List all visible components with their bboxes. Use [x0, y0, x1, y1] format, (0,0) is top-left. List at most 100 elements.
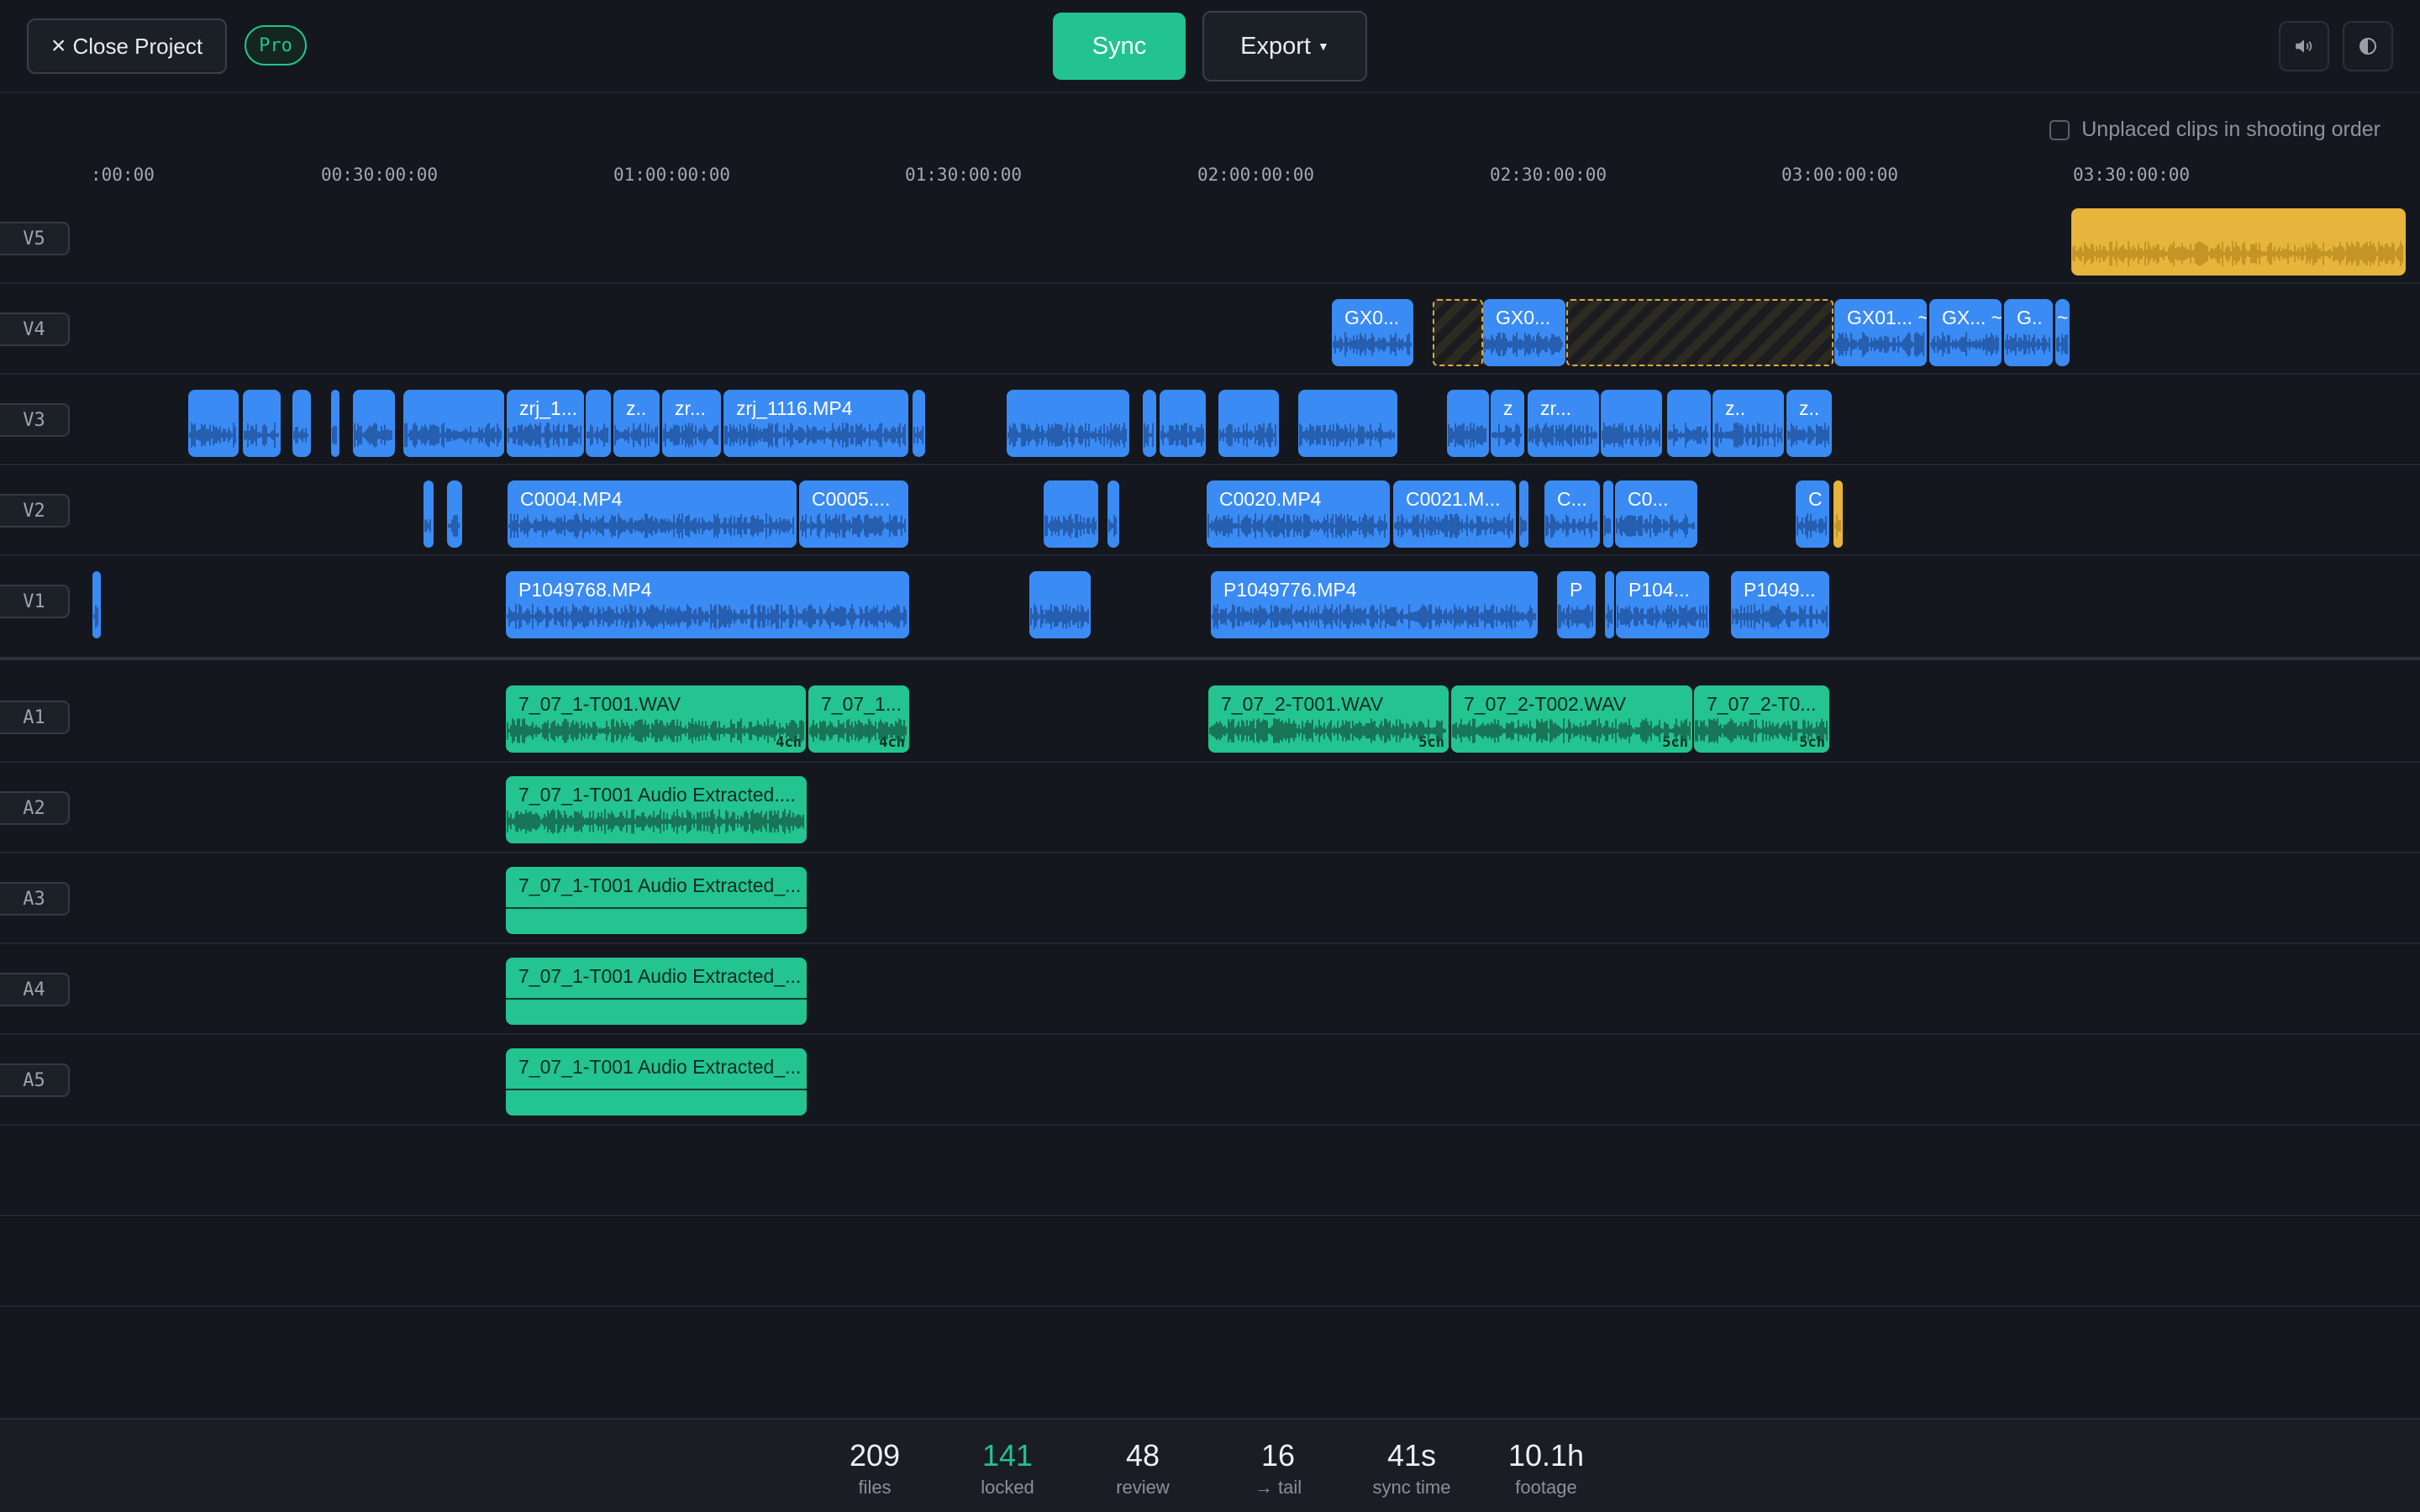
- video-clip[interactable]: zr...: [1528, 390, 1599, 457]
- track-label-a1[interactable]: A1: [0, 701, 70, 734]
- video-clip[interactable]: [447, 480, 462, 548]
- video-clip[interactable]: [1029, 571, 1091, 638]
- video-clip[interactable]: GX0...: [1483, 299, 1565, 366]
- video-clip[interactable]: [331, 390, 339, 457]
- audio-clip[interactable]: 7_07_1-T001.WAV 4ch: [506, 685, 806, 753]
- video-clip[interactable]: [913, 390, 925, 457]
- track-label-v3[interactable]: V3: [0, 403, 70, 437]
- video-clip[interactable]: P1049768.MP4: [506, 571, 909, 638]
- video-clip[interactable]: [586, 390, 611, 457]
- video-clip[interactable]: GX01... ~: [1834, 299, 1927, 366]
- audio-clip[interactable]: 7_07_1-T001 Audio Extracted_...: [506, 867, 807, 934]
- video-clip[interactable]: C: [1796, 480, 1829, 548]
- track-label-a2[interactable]: A2: [0, 791, 70, 825]
- unplaced-clip[interactable]: [1833, 480, 1843, 548]
- unplaced-checkbox[interactable]: [2049, 119, 2070, 140]
- audio-clip[interactable]: 7_07_2-T002.WAV 5ch: [1451, 685, 1692, 753]
- stat-label: review: [1116, 1477, 1170, 1498]
- video-clip[interactable]: [188, 390, 239, 457]
- volume-button[interactable]: [2279, 21, 2329, 71]
- video-clip[interactable]: C0...: [1615, 480, 1697, 548]
- video-clip[interactable]: [1007, 390, 1129, 457]
- waveform: [507, 604, 907, 629]
- clip-name: z..: [1799, 397, 1820, 419]
- video-clip[interactable]: [1603, 480, 1613, 548]
- video-clip[interactable]: z..: [613, 390, 660, 457]
- video-clip[interactable]: [92, 571, 101, 638]
- ruler-tick: 02:00:00:00: [1197, 165, 1315, 185]
- video-clip[interactable]: G..: [2004, 299, 2053, 366]
- track-label-v4[interactable]: V4: [0, 312, 70, 346]
- video-clip[interactable]: [1605, 571, 1614, 638]
- video-clip[interactable]: [353, 390, 395, 457]
- video-clip[interactable]: [424, 480, 434, 548]
- video-clip[interactable]: P: [1557, 571, 1596, 638]
- video-clip[interactable]: [1218, 390, 1279, 457]
- video-clip[interactable]: C...: [1544, 480, 1600, 548]
- track-label-a4[interactable]: A4: [0, 973, 70, 1006]
- audio-clip[interactable]: 7_07_1-T001 Audio Extracted_...: [506, 1048, 807, 1116]
- clip-name: GX01... ~: [1847, 307, 1927, 328]
- video-clip[interactable]: P1049776.MP4: [1211, 571, 1538, 638]
- theme-toggle-button[interactable]: [2343, 21, 2393, 71]
- waveform: [1209, 718, 1446, 743]
- video-clip[interactable]: [1667, 390, 1711, 457]
- video-clip[interactable]: zrj_1116.MP4: [723, 390, 908, 457]
- waveform: [1787, 423, 1829, 448]
- video-clip[interactable]: [1107, 480, 1119, 548]
- track-label-v5[interactable]: V5: [0, 222, 70, 255]
- video-clip[interactable]: z..: [1712, 390, 1784, 457]
- track-label-v1[interactable]: V1: [0, 585, 70, 618]
- waveform: [1834, 514, 1841, 538]
- audio-clip[interactable]: 7_07_1-T001 Audio Extracted_...: [506, 958, 807, 1025]
- audio-clip[interactable]: 7_07_2-T0... 5ch: [1694, 685, 1829, 753]
- audio-clip[interactable]: 7_07_2-T001.WAV 5ch: [1208, 685, 1449, 753]
- waveform: [1604, 515, 1611, 537]
- track-label-v2[interactable]: V2: [0, 494, 70, 528]
- video-clip[interactable]: z: [1491, 390, 1524, 457]
- video-clip[interactable]: z..: [1786, 390, 1832, 457]
- empty-track: [0, 1126, 2420, 1216]
- video-clip[interactable]: [1298, 390, 1397, 457]
- timeline-ruler[interactable]: :00:00 00:30:00:00 01:00:00:00 01:30:00:…: [0, 160, 2420, 193]
- export-button[interactable]: Export ▼: [1202, 11, 1367, 81]
- video-clip[interactable]: P104...: [1616, 571, 1709, 638]
- video-clip[interactable]: [243, 390, 281, 457]
- sync-button[interactable]: Sync: [1053, 13, 1186, 80]
- video-clip[interactable]: [1447, 390, 1489, 457]
- video-clip[interactable]: [1044, 480, 1098, 548]
- clip-name: 7_07_1...: [821, 693, 902, 715]
- placeholder-gap[interactable]: [1566, 299, 1833, 366]
- audio-clip[interactable]: 7_07_1... 4ch: [808, 685, 909, 753]
- video-clip[interactable]: zr...: [662, 390, 721, 457]
- video-clip[interactable]: C0021.M...: [1393, 480, 1516, 548]
- video-clip[interactable]: [1143, 390, 1156, 457]
- clip-name: ~: [2057, 307, 2069, 328]
- video-clip[interactable]: zrj_1...: [507, 390, 584, 457]
- video-clip[interactable]: [1601, 390, 1662, 457]
- video-clip[interactable]: C0004.MP4: [508, 480, 797, 548]
- video-clip[interactable]: GX0...: [1332, 299, 1413, 366]
- audio-clip[interactable]: 7_07_1-T001 Audio Extracted....: [506, 776, 807, 843]
- video-clip[interactable]: [292, 390, 311, 457]
- video-clip[interactable]: [403, 390, 504, 457]
- waveform: [614, 423, 658, 448]
- waveform: [1108, 515, 1117, 537]
- video-clip[interactable]: ~: [2055, 299, 2070, 366]
- waveform: [724, 423, 906, 448]
- track-label-a5[interactable]: A5: [0, 1063, 70, 1097]
- waveform: [1448, 423, 1486, 448]
- video-clip[interactable]: [1519, 480, 1528, 548]
- track-label-a3[interactable]: A3: [0, 882, 70, 916]
- video-clip[interactable]: C0020.MP4: [1207, 480, 1390, 548]
- unplaced-clips-option[interactable]: Unplaced clips in shooting order: [2049, 118, 2381, 142]
- video-clip[interactable]: C0005....: [799, 480, 908, 548]
- unplaced-clip-group[interactable]: [2071, 208, 2406, 276]
- waveform: [1491, 423, 1522, 448]
- placeholder-gap[interactable]: [1433, 299, 1483, 366]
- video-clip[interactable]: GX... ~: [1929, 299, 2002, 366]
- close-project-button[interactable]: × Close Project: [27, 18, 227, 74]
- video-clip[interactable]: P1049...: [1731, 571, 1829, 638]
- clip-name: C0...: [1628, 488, 1669, 510]
- video-clip[interactable]: [1160, 390, 1206, 457]
